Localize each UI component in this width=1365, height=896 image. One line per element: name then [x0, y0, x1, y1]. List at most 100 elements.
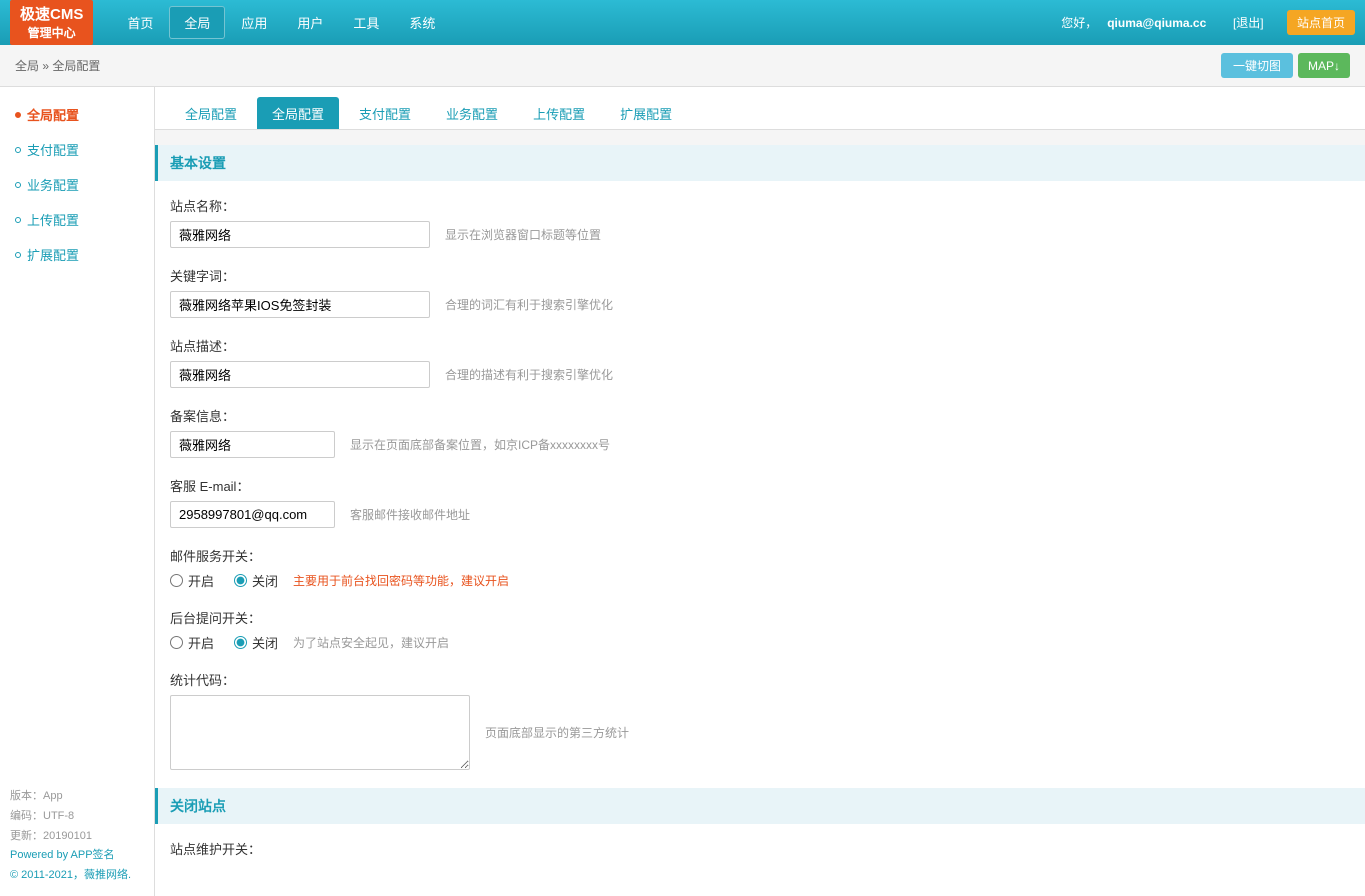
- nav-global[interactable]: 全局: [169, 6, 225, 39]
- sidebar-item-business-config[interactable]: 业务配置: [0, 167, 154, 202]
- mail-hint: 主要用于前台找回密码等功能，建议开启: [293, 572, 509, 589]
- beian-row: 显示在页面底部备案位置，如京ICP备xxxxxxxx号: [170, 431, 1350, 458]
- sidebar-item-upload-config[interactable]: 上传配置: [0, 202, 154, 237]
- email-label: 客服 E-mail：: [170, 476, 1350, 495]
- site-name-label: 站点名称：: [170, 196, 1350, 215]
- sub-tab-extend[interactable]: 扩展配置: [605, 97, 687, 129]
- sidebar-item-extend-config[interactable]: 扩展配置: [0, 237, 154, 272]
- powered-by-link[interactable]: Powered by APP签名: [10, 849, 115, 861]
- sidebar-label-extend: 扩展配置: [27, 245, 79, 264]
- backend-open-label: 开启: [188, 633, 214, 652]
- email-input[interactable]: [170, 501, 335, 528]
- version-label: 版本：: [10, 790, 43, 802]
- top-navigation: 极速CMS 管理中心 首页 全局 应用 用户 工具 系统 您好，qiuma@qi…: [0, 0, 1365, 45]
- logo-line1: 极速CMS: [20, 4, 83, 25]
- sidebar: 全局配置 支付配置 业务配置 上传配置 扩展配置 版本：App 编码：UTF-8…: [0, 87, 155, 896]
- stats-row: 页面底部显示的第三方统计: [170, 695, 1350, 770]
- mail-close-radio-input[interactable]: [234, 574, 247, 587]
- nav-right: 您好，qiuma@qiuma.cc [退出] 站点首页: [1061, 10, 1355, 35]
- site-name-input[interactable]: [170, 221, 430, 248]
- breadcrumb-actions: 一键切图 MAP↓: [1221, 53, 1350, 78]
- backend-switch-row: 开启 关闭 为了站点安全起见，建议开启: [170, 633, 1350, 652]
- site-name-group: 站点名称： 显示在浏览器窗口标题等位置: [170, 196, 1350, 248]
- keywords-row: 合理的词汇有利于搜索引擎优化: [170, 291, 1350, 318]
- sidebar-item-payment-config[interactable]: 支付配置: [0, 132, 154, 167]
- keywords-group: 关键字词： 合理的词汇有利于搜索引擎优化: [170, 266, 1350, 318]
- description-group: 站点描述： 合理的描述有利于搜索引擎优化: [170, 336, 1350, 388]
- nav-site-home-button[interactable]: 站点首页: [1287, 10, 1355, 35]
- nav-system[interactable]: 系统: [395, 7, 449, 38]
- backend-hint: 为了站点安全起见，建议开启: [293, 634, 449, 651]
- keywords-input[interactable]: [170, 291, 430, 318]
- sub-tab-upload[interactable]: 上传配置: [518, 97, 600, 129]
- sub-tab-global-config-active[interactable]: 全局配置: [257, 97, 339, 129]
- backend-radio-group: 开启 关闭: [170, 633, 278, 652]
- breadcrumb-root[interactable]: 全局: [15, 59, 39, 73]
- mail-switch-group: 邮件服务开关： 开启 关闭 主要用于前台找回密码等功能，建议开启: [170, 546, 1350, 590]
- encoding-label: 编码：: [10, 810, 43, 822]
- breadcrumb-current: 全局配置: [52, 59, 100, 73]
- description-row: 合理的描述有利于搜索引擎优化: [170, 361, 1350, 388]
- sub-tab-payment[interactable]: 支付配置: [344, 97, 426, 129]
- sidebar-dot-5: [15, 252, 21, 258]
- backend-close-label: 关闭: [252, 633, 278, 652]
- description-label: 站点描述：: [170, 336, 1350, 355]
- nav-apps[interactable]: 应用: [227, 7, 281, 38]
- description-hint: 合理的描述有利于搜索引擎优化: [445, 366, 613, 383]
- breadcrumb-bar: 全局 » 全局配置 一键切图 MAP↓: [0, 45, 1365, 87]
- nav-logout[interactable]: [退出]: [1233, 14, 1264, 31]
- backend-open-radio-input[interactable]: [170, 636, 183, 649]
- sidebar-label-business: 业务配置: [27, 175, 79, 194]
- nav-users[interactable]: 用户: [283, 7, 337, 38]
- mail-open-radio[interactable]: 开启: [170, 571, 214, 590]
- beian-hint: 显示在页面底部备案位置，如京ICP备xxxxxxxx号: [350, 436, 610, 453]
- nav-tools[interactable]: 工具: [339, 7, 393, 38]
- sidebar-dot-2: [15, 147, 21, 153]
- map-button[interactable]: MAP↓: [1298, 53, 1350, 78]
- yijian-button[interactable]: 一键切图: [1221, 53, 1293, 78]
- basic-settings-title: 基本设置: [155, 145, 1365, 181]
- close-site-title: 关闭站点: [155, 788, 1365, 824]
- sidebar-label-global-config: 全局配置: [27, 105, 79, 124]
- backend-switch-group: 后台提问开关： 开启 关闭 为了站点安全起见，建议开启: [170, 608, 1350, 652]
- breadcrumb: 全局 » 全局配置: [15, 57, 100, 74]
- sidebar-footer: 版本：App 编码：UTF-8 更新：20190101 Powered by A…: [10, 787, 131, 886]
- sidebar-dot-1: [15, 112, 21, 118]
- description-input[interactable]: [170, 361, 430, 388]
- logo-line2: 管理中心: [20, 25, 83, 42]
- mail-close-radio[interactable]: 关闭: [234, 571, 278, 590]
- stats-group: 统计代码： 页面底部显示的第三方统计: [170, 670, 1350, 770]
- nav-home[interactable]: 首页: [113, 7, 167, 38]
- mail-switch-row: 开启 关闭 主要用于前台找回密码等功能，建议开启: [170, 571, 1350, 590]
- update-value: 20190101: [43, 830, 92, 842]
- backend-open-radio[interactable]: 开启: [170, 633, 214, 652]
- breadcrumb-separator: »: [42, 59, 52, 73]
- sidebar-item-global-config[interactable]: 全局配置: [0, 97, 154, 132]
- stats-textarea[interactable]: [170, 695, 470, 770]
- beian-input[interactable]: [170, 431, 335, 458]
- sub-tab-business[interactable]: 业务配置: [431, 97, 513, 129]
- backend-close-radio-input[interactable]: [234, 636, 247, 649]
- sub-tabs: 全局配置 全局配置 支付配置 业务配置 上传配置 扩展配置: [155, 87, 1365, 130]
- logo: 极速CMS 管理中心: [10, 0, 93, 45]
- site-name-hint: 显示在浏览器窗口标题等位置: [445, 226, 601, 243]
- content-area: 全局配置 全局配置 支付配置 业务配置 上传配置 扩展配置 基本设置 站点名称：…: [155, 87, 1365, 896]
- nav-items: 首页 全局 应用 用户 工具 系统: [113, 6, 1061, 39]
- site-name-row: 显示在浏览器窗口标题等位置: [170, 221, 1350, 248]
- backend-switch-label: 后台提问开关：: [170, 608, 1350, 627]
- close-site-switch-group: 站点维护开关：: [170, 839, 1350, 858]
- email-row: 客服邮件接收邮件地址: [170, 501, 1350, 528]
- sidebar-dot-3: [15, 182, 21, 188]
- mail-switch-label: 邮件服务开关：: [170, 546, 1350, 565]
- copyright-link[interactable]: © 2011-2021，薇推网络.: [10, 869, 131, 881]
- nav-username: qiuma@qiuma.cc: [1107, 16, 1206, 30]
- form-area: 基本设置 站点名称： 显示在浏览器窗口标题等位置 关键字词： 合理的词汇有利于搜…: [155, 145, 1365, 896]
- stats-hint: 页面底部显示的第三方统计: [485, 724, 629, 741]
- backend-close-radio[interactable]: 关闭: [234, 633, 278, 652]
- main-layout: 全局配置 支付配置 业务配置 上传配置 扩展配置 版本：App 编码：UTF-8…: [0, 87, 1365, 896]
- email-hint: 客服邮件接收邮件地址: [350, 506, 470, 523]
- version-value: App: [43, 790, 63, 802]
- sub-tab-global-config-text[interactable]: 全局配置: [170, 97, 252, 129]
- mail-open-radio-input[interactable]: [170, 574, 183, 587]
- sidebar-label-upload: 上传配置: [27, 210, 79, 229]
